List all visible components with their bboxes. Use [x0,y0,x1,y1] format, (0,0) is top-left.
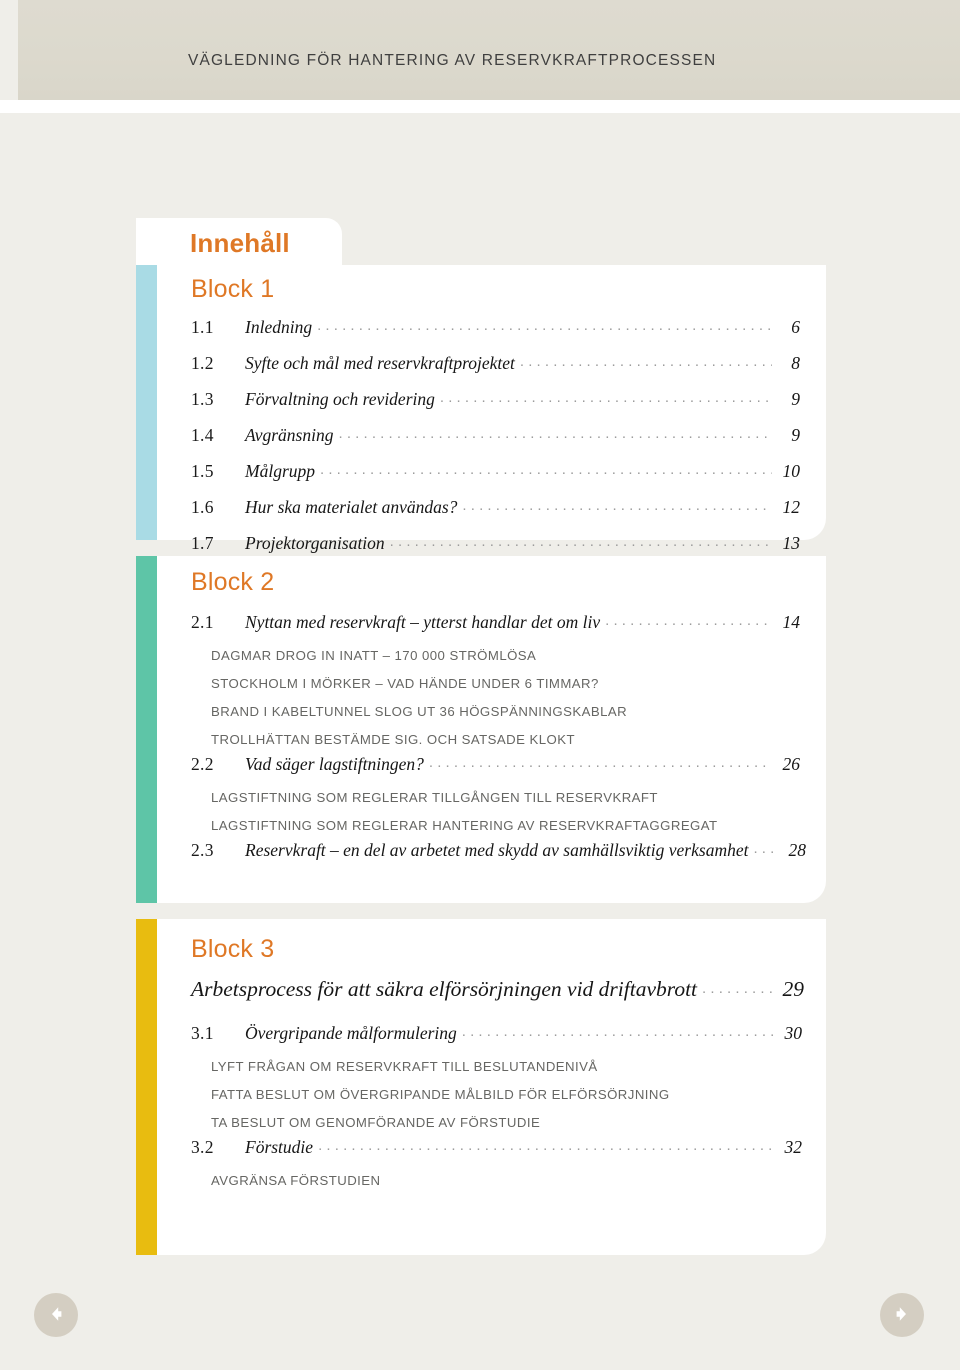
toc-entry-page: 13 [782,533,801,553]
toc-entry-number: 1.1 [191,317,214,337]
toc-leader-dots [605,612,772,628]
toc-entry[interactable]: 2.3 Reservkraft – en del av arbetet med … [191,840,806,861]
previous-page-button[interactable] [34,1293,78,1337]
toc-subentry: LAGSTIFTNING SOM REGLERAR TILLGÅNGEN TIL… [211,790,658,805]
toc-subentry: AVGRÄNSA FÖRSTUDIEN [211,1173,381,1188]
toc-entry-page: 6 [791,317,800,337]
toc-subentry: TA BESLUT OM GENOMFÖRANDE AV FÖRSTUDIE [211,1115,541,1130]
toc-entry[interactable]: 1.3 Förvaltning och revidering 9 [191,389,800,410]
page-title: Innehåll [190,228,290,258]
toc-entry-main[interactable]: Arbetsprocess för att säkra elförsörjnin… [191,977,804,1002]
toc-subentry: FATTA BESLUT OM ÖVERGRIPANDE MÅLBILD FÖR… [211,1087,670,1102]
toc-subentry: LYFT FRÅGAN OM RESERVKRAFT TILL BESLUTAN… [211,1059,598,1074]
toc-entry-page: 9 [791,389,800,409]
toc-entry[interactable]: 1.4 Avgränsning 9 [191,425,800,446]
toc-entry[interactable]: 2.2 Vad säger lagstiftningen? 26 [191,754,800,775]
header-divider [0,100,960,113]
toc-entry-page: 32 [784,1137,803,1157]
toc-entry-title: Målgrupp [245,461,315,481]
toc-entry-title: Avgränsning [245,425,334,445]
toc-subentry: TROLLHÄTTAN BESTÄMDE SIG. OCH SATSADE KL… [211,732,575,747]
block-2-panel: Block 2 2.1 Nyttan med reservkraft – ytt… [136,556,826,903]
toc-entry-number: 1.4 [191,425,214,445]
toc-entry[interactable]: 3.2 Förstudie 32 [191,1137,802,1158]
toc-leader-dots [338,425,772,441]
block-1-accent-bar [136,265,157,540]
toc-leader-dots [702,980,776,996]
page-header-band: VÄGLEDNING FÖR HANTERING AV RESERVKRAFTP… [18,0,960,100]
toc-entry-number: 1.5 [191,461,214,481]
toc-entry-title: Inledning [245,317,313,337]
toc-entry-title: Vad säger lagstiftningen? [245,754,424,774]
block-3-accent-bar [136,919,157,1255]
toc-entry[interactable]: 3.1 Övergripande målformulering 30 [191,1023,802,1044]
toc-entry-page: 14 [782,612,801,632]
toc-entry-page: 9 [791,425,800,445]
toc-leader-dots [390,533,772,549]
toc-leader-dots [318,1137,774,1153]
toc-entry-number: 1.2 [191,353,214,373]
toc-entry[interactable]: 1.1 Inledning 6 [191,317,800,338]
toc-leader-dots [317,317,772,333]
toc-entry-number: 3.2 [191,1137,214,1157]
block-2-accent-bar [136,556,157,903]
toc-entry-number: 2.3 [191,840,214,860]
toc-entry-title: Förvaltning och revidering [245,389,435,409]
toc-entry-title: Reservkraft – en del av arbetet med skyd… [245,840,749,860]
arrow-left-icon [34,1303,78,1325]
arrow-right-icon [880,1303,924,1325]
toc-entry-number: 2.2 [191,754,214,774]
toc-entry-title: Syfte och mål med reservkraftprojektet [245,353,515,373]
toc-subentry: DAGMAR DROG IN INATT – 170 000 STRÖMLÖSA [211,648,537,663]
toc-leader-dots [320,461,772,477]
toc-entry[interactable]: 1.7 Projektorganisation 13 [191,533,800,554]
block-2-heading: Block 2 [191,568,275,596]
toc-subentry: BRAND I KABELTUNNEL SLOG UT 36 HÖGSPÄNNI… [211,704,628,719]
toc-entry-page: 8 [791,353,800,373]
toc-leader-dots [753,840,778,856]
toc-entry[interactable]: 1.5 Målgrupp 10 [191,461,800,482]
toc-entry-page: 12 [782,497,801,517]
toc-entry-page: 30 [784,1023,803,1043]
toc-entry-number: 1.3 [191,389,214,409]
toc-leader-dots [429,754,772,770]
document-running-header: VÄGLEDNING FÖR HANTERING AV RESERVKRAFTP… [188,52,717,69]
toc-entry-number: 1.6 [191,497,214,517]
toc-leader-dots [520,353,772,369]
toc-entry-page: 28 [788,840,807,860]
toc-entry-page: 26 [782,754,801,774]
toc-entry-page: 10 [782,461,801,481]
toc-entry-page: 29 [782,977,805,1001]
toc-entry-title: Nyttan med reservkraft – ytterst handlar… [245,612,601,632]
toc-entry-title: Förstudie [245,1137,314,1157]
block-1-panel: Block 1 1.1 Inledning 6 1.2 Syfte och må… [136,265,826,553]
toc-leader-dots [462,1023,774,1039]
block-3-panel: Block 3 Arbetsprocess för att säkra elfö… [136,919,826,1255]
toc-entry-number: 1.7 [191,533,214,553]
toc-entry-number: 2.1 [191,612,214,632]
toc-entry-title: Arbetsprocess för att säkra elförsörjnin… [191,977,698,1001]
block-3-heading: Block 3 [191,935,275,963]
toc-entry[interactable]: 2.1 Nyttan med reservkraft – ytterst han… [191,612,800,633]
toc-entry-title: Hur ska materialet användas? [245,497,458,517]
block-1-heading: Block 1 [191,275,275,303]
page-body: Innehåll Block 1 1.1 Inledning 6 1.2 Syf… [18,113,960,1370]
toc-leader-dots [440,389,772,405]
toc-entry-title: Projektorganisation [245,533,385,553]
table-of-contents-tab: Innehåll [136,218,342,265]
toc-subentry: STOCKHOLM I MÖRKER – VAD HÄNDE UNDER 6 T… [211,676,599,691]
toc-entry[interactable]: 1.2 Syfte och mål med reservkraftprojekt… [191,353,800,374]
toc-entry-title: Övergripande målformulering [245,1023,457,1043]
toc-entry[interactable]: 1.6 Hur ska materialet användas? 12 [191,497,800,518]
next-page-button[interactable] [880,1293,924,1337]
toc-subentry: LAGSTIFTNING SOM REGLERAR HANTERING AV R… [211,818,718,833]
toc-entry-number: 3.1 [191,1023,214,1043]
toc-leader-dots [462,497,772,513]
